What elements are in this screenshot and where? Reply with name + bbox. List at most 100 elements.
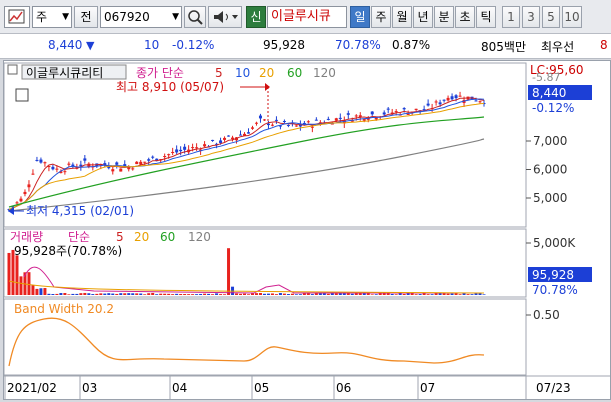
candle bbox=[306, 121, 310, 123]
volume-ma-label: 단순 bbox=[68, 230, 90, 244]
volume-bar bbox=[95, 293, 99, 295]
chart-area[interactable]: 7,000 6,000 5,000 이글루시큐리티 종가 단순 5 10 20 60 120 최고 … bbox=[3, 60, 611, 400]
volume-bar bbox=[250, 293, 254, 295]
period-tab-5[interactable]: 초 bbox=[455, 6, 475, 28]
candle bbox=[266, 123, 270, 126]
turnover-pct: 0.87% bbox=[392, 38, 431, 52]
candle bbox=[282, 121, 286, 123]
volume-ma-period-60: 60 bbox=[160, 230, 175, 244]
candle bbox=[426, 103, 430, 106]
candle bbox=[191, 147, 195, 149]
volume-bar bbox=[362, 293, 366, 295]
period-tab-1[interactable]: 주 bbox=[371, 6, 391, 28]
volume-bar bbox=[406, 293, 410, 295]
volume-bar bbox=[478, 293, 482, 295]
volume-bar bbox=[223, 294, 227, 295]
candle bbox=[274, 119, 278, 121]
interval-button-10[interactable]: 10 bbox=[562, 6, 582, 28]
candle bbox=[15, 202, 19, 204]
volume-bar bbox=[43, 288, 47, 295]
volume-bar bbox=[39, 288, 43, 295]
volume-bar bbox=[67, 294, 71, 295]
period-tab-4[interactable]: 분 bbox=[434, 6, 454, 28]
volume-ratio: 70.78% bbox=[335, 38, 381, 52]
interval-button-3[interactable]: 3 bbox=[522, 6, 540, 28]
candle bbox=[147, 159, 151, 161]
candle bbox=[231, 137, 235, 140]
volume-bar bbox=[199, 293, 203, 295]
candle bbox=[406, 114, 410, 116]
candle bbox=[175, 149, 179, 153]
market-label[interactable]: 전 bbox=[74, 6, 98, 28]
candle bbox=[151, 156, 155, 158]
volume-bar bbox=[374, 294, 378, 295]
high-label: 최고 8,910 (05/07) bbox=[116, 80, 224, 94]
x-axis-label: 2021/02 bbox=[7, 381, 57, 395]
ma-period-60: 60 bbox=[287, 66, 302, 80]
candle bbox=[362, 119, 366, 121]
volume-bar bbox=[59, 293, 63, 295]
period-tab-2[interactable]: 월 bbox=[392, 6, 412, 28]
candle bbox=[131, 168, 135, 170]
x-axis-label: 03 bbox=[82, 381, 97, 395]
period-tab-3[interactable]: 년 bbox=[413, 6, 433, 28]
candle bbox=[203, 144, 207, 147]
current-pct-label: -0.12% bbox=[532, 101, 574, 115]
candle bbox=[183, 146, 187, 150]
stock-name-display: 이글루시큐 bbox=[267, 6, 347, 28]
candle bbox=[119, 168, 123, 172]
volume-bar bbox=[458, 294, 462, 295]
candle bbox=[442, 99, 446, 101]
stock-code-input[interactable]: 067920 ▼ bbox=[100, 6, 182, 28]
volume-bar bbox=[163, 293, 167, 295]
volume-ma-period-120: 120 bbox=[188, 230, 211, 244]
chart-settings-icon bbox=[8, 9, 25, 24]
candle bbox=[346, 113, 350, 115]
chart-icon-button[interactable] bbox=[4, 6, 30, 28]
candle bbox=[167, 154, 171, 156]
price-tick-label: 6,000 bbox=[533, 163, 567, 177]
new-button[interactable]: 신 bbox=[246, 6, 266, 28]
candle bbox=[474, 100, 478, 102]
volume-bar bbox=[266, 293, 270, 295]
stock-chart[interactable]: 7,000 6,000 5,000 이글루시큐리티 종가 단순 5 10 20 60 120 최고 … bbox=[3, 61, 610, 399]
volume-bar bbox=[243, 293, 247, 295]
period-tab-6[interactable]: 틱 bbox=[476, 6, 496, 28]
interval-button-5[interactable]: 5 bbox=[542, 6, 560, 28]
candle bbox=[414, 108, 418, 110]
search-button[interactable] bbox=[184, 6, 206, 28]
volume-bar bbox=[179, 294, 183, 295]
market-select[interactable]: 주 ▼ bbox=[32, 6, 72, 28]
volume-bar bbox=[446, 293, 450, 295]
x-axis-label: 05 bbox=[254, 381, 269, 395]
sound-button[interactable] bbox=[208, 6, 242, 28]
volume-bar bbox=[414, 294, 418, 295]
bandwidth-title: Band Width 20.2 bbox=[14, 302, 114, 316]
candle bbox=[314, 119, 318, 121]
candle bbox=[219, 140, 223, 143]
period-tab-0[interactable]: 일 bbox=[350, 6, 370, 28]
market-select-value: 주 bbox=[36, 10, 48, 24]
volume-ma-period-5: 5 bbox=[116, 230, 124, 244]
candle bbox=[326, 118, 330, 120]
volume-bar bbox=[235, 293, 239, 295]
volume-bar bbox=[290, 293, 294, 295]
current-volume-tag-text: 95,928 bbox=[532, 268, 574, 282]
volume-bar bbox=[187, 294, 191, 295]
volume-bar bbox=[215, 293, 219, 295]
price-tick-label: 7,000 bbox=[533, 134, 567, 148]
volume-bar bbox=[426, 294, 430, 295]
candle bbox=[179, 149, 183, 152]
grid-icon[interactable] bbox=[15, 88, 29, 102]
interval-button-1[interactable]: 1 bbox=[502, 6, 520, 28]
volume-bar bbox=[63, 292, 67, 295]
candle bbox=[262, 119, 266, 121]
volume-panel-title: 거래량 bbox=[10, 230, 43, 244]
candle bbox=[135, 161, 139, 165]
volume-bar bbox=[338, 293, 342, 295]
candle bbox=[310, 126, 314, 128]
volume-bar bbox=[258, 292, 262, 295]
volume-bar bbox=[131, 293, 135, 295]
candle bbox=[227, 135, 231, 137]
candle bbox=[434, 101, 438, 103]
